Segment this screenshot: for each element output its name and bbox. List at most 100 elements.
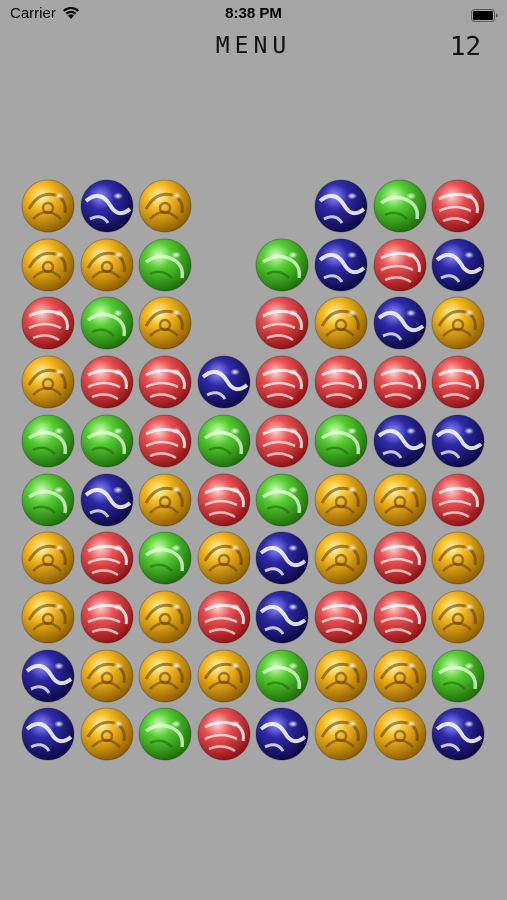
board-cell[interactable]	[429, 705, 487, 763]
yellow-marble[interactable]	[314, 531, 368, 585]
yellow-marble[interactable]	[21, 238, 75, 292]
board-cell[interactable]	[136, 236, 194, 294]
yellow-marble[interactable]	[21, 590, 75, 644]
blue-marble[interactable]	[373, 296, 427, 350]
board-cell[interactable]	[19, 471, 77, 529]
yellow-marble[interactable]	[138, 590, 192, 644]
yellow-marble[interactable]	[431, 590, 485, 644]
board-cell[interactable]	[253, 705, 311, 763]
board-cell[interactable]	[136, 412, 194, 470]
yellow-marble[interactable]	[431, 531, 485, 585]
yellow-marble[interactable]	[431, 296, 485, 350]
board-cell[interactable]	[136, 588, 194, 646]
board-cell[interactable]	[195, 588, 253, 646]
yellow-marble[interactable]	[314, 707, 368, 761]
board-cell[interactable]	[136, 471, 194, 529]
green-marble[interactable]	[373, 179, 427, 233]
green-marble[interactable]	[21, 473, 75, 527]
blue-marble[interactable]	[431, 707, 485, 761]
board-cell[interactable]	[371, 471, 429, 529]
yellow-marble[interactable]	[197, 531, 251, 585]
board-cell[interactable]	[78, 353, 136, 411]
board-cell[interactable]	[429, 177, 487, 235]
board-cell[interactable]	[78, 647, 136, 705]
red-marble[interactable]	[255, 296, 309, 350]
board-cell[interactable]	[429, 412, 487, 470]
board-cell[interactable]	[371, 236, 429, 294]
red-marble[interactable]	[373, 590, 427, 644]
blue-marble[interactable]	[431, 414, 485, 468]
yellow-marble[interactable]	[80, 649, 134, 703]
green-marble[interactable]	[138, 707, 192, 761]
board-cell[interactable]	[19, 294, 77, 352]
board-cell[interactable]	[312, 236, 370, 294]
board-cell[interactable]	[136, 647, 194, 705]
board-cell[interactable]	[429, 353, 487, 411]
yellow-marble[interactable]	[314, 473, 368, 527]
board-cell[interactable]	[371, 177, 429, 235]
board-cell[interactable]	[429, 236, 487, 294]
red-marble[interactable]	[431, 355, 485, 409]
yellow-marble[interactable]	[138, 296, 192, 350]
yellow-marble[interactable]	[138, 649, 192, 703]
red-marble[interactable]	[373, 531, 427, 585]
board-cell[interactable]	[19, 177, 77, 235]
board-cell[interactable]	[312, 471, 370, 529]
blue-marble[interactable]	[431, 238, 485, 292]
red-marble[interactable]	[80, 355, 134, 409]
blue-marble[interactable]	[255, 590, 309, 644]
red-marble[interactable]	[197, 590, 251, 644]
board-cell[interactable]	[312, 294, 370, 352]
blue-marble[interactable]	[21, 649, 75, 703]
board-cell[interactable]	[78, 236, 136, 294]
yellow-marble[interactable]	[373, 473, 427, 527]
board-cell[interactable]	[429, 294, 487, 352]
board-cell[interactable]	[195, 705, 253, 763]
red-marble[interactable]	[431, 473, 485, 527]
green-marble[interactable]	[138, 238, 192, 292]
board-cell[interactable]	[312, 177, 370, 235]
board-cell[interactable]	[195, 412, 253, 470]
board-cell[interactable]	[19, 353, 77, 411]
green-marble[interactable]	[80, 296, 134, 350]
board-cell[interactable]	[371, 294, 429, 352]
board-cell[interactable]	[253, 471, 311, 529]
yellow-marble[interactable]	[197, 649, 251, 703]
green-marble[interactable]	[197, 414, 251, 468]
board-cell[interactable]	[371, 412, 429, 470]
board-cell[interactable]	[253, 412, 311, 470]
yellow-marble[interactable]	[373, 649, 427, 703]
green-marble[interactable]	[255, 238, 309, 292]
board-cell[interactable]	[19, 529, 77, 587]
board-cell[interactable]	[312, 588, 370, 646]
blue-marble[interactable]	[21, 707, 75, 761]
board-cell[interactable]	[253, 236, 311, 294]
board-cell[interactable]	[19, 588, 77, 646]
yellow-marble[interactable]	[80, 707, 134, 761]
blue-marble[interactable]	[255, 707, 309, 761]
red-marble[interactable]	[197, 707, 251, 761]
board-cell[interactable]	[429, 588, 487, 646]
board-cell[interactable]	[371, 705, 429, 763]
blue-marble[interactable]	[314, 238, 368, 292]
board-cell[interactable]	[19, 647, 77, 705]
board-cell[interactable]	[371, 647, 429, 705]
yellow-marble[interactable]	[373, 707, 427, 761]
green-marble[interactable]	[431, 649, 485, 703]
green-marble[interactable]	[255, 649, 309, 703]
board-cell[interactable]	[19, 705, 77, 763]
yellow-marble[interactable]	[80, 238, 134, 292]
red-marble[interactable]	[80, 590, 134, 644]
red-marble[interactable]	[373, 355, 427, 409]
board-cell[interactable]	[78, 294, 136, 352]
green-marble[interactable]	[80, 414, 134, 468]
board-cell[interactable]	[253, 647, 311, 705]
yellow-marble[interactable]	[21, 179, 75, 233]
board-cell[interactable]	[253, 353, 311, 411]
board-cell[interactable]	[19, 412, 77, 470]
board-cell[interactable]	[195, 529, 253, 587]
board-cell[interactable]	[19, 236, 77, 294]
red-marble[interactable]	[255, 355, 309, 409]
red-marble[interactable]	[138, 414, 192, 468]
green-marble[interactable]	[314, 414, 368, 468]
